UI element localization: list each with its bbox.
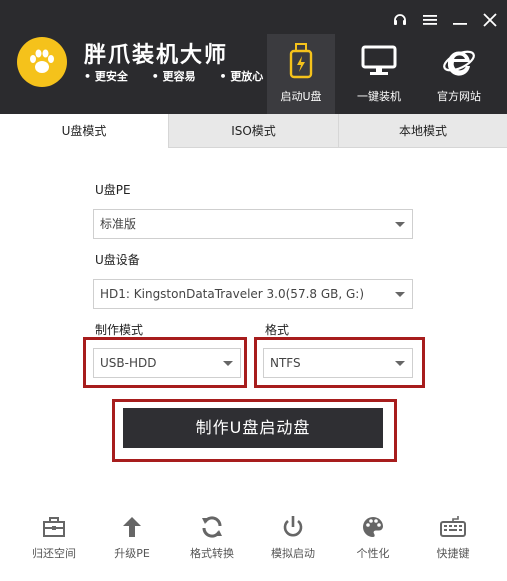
refresh-icon [182,512,242,542]
tool-label: 个性化 [356,547,390,560]
nav-label: 一键装机 [357,90,401,103]
toolbox-icon [24,512,84,542]
pe-select[interactable]: 标准版 [93,209,413,239]
mode-label: 制作模式 [95,323,144,337]
tool-label: 升级PE [114,547,150,560]
power-icon [263,512,323,542]
ie-browser-icon [425,42,493,80]
tool-label: 格式转换 [190,547,234,560]
tab-usb-mode[interactable]: U盘模式 [0,114,168,148]
tool-personalize[interactable]: 个性化 [343,512,403,561]
device-select[interactable]: HD1: KingstonDataTraveler 3.0(57.8 GB, G… [93,279,413,309]
paw-logo-icon [17,37,67,87]
app-title: 胖爪装机大师 [84,43,229,68]
minimize-icon[interactable] [449,10,471,30]
slogan-safe: • 更安全 [84,70,128,83]
app-slogans: • 更安全 • 更容易 • 更放心 [84,68,283,84]
tool-upgrade-pe[interactable]: 升级PE [102,512,162,561]
tool-label: 模拟启动 [271,547,315,560]
palette-icon [343,512,403,542]
tool-simulate-boot[interactable]: 模拟启动 [263,512,323,561]
chevron-down-icon [395,361,405,366]
device-label: U盘设备 [95,253,140,267]
chevron-down-icon [395,292,405,297]
arrow-up-icon [102,512,162,542]
pe-select-value: 标准版 [100,217,137,231]
mode-select[interactable]: USB-HDD [93,348,241,378]
close-icon[interactable] [479,10,501,30]
nav-label: 启动U盘 [280,90,322,103]
chevron-down-icon [395,222,405,227]
nav-label: 官方网站 [437,90,481,103]
tab-iso-mode[interactable]: ISO模式 [168,114,338,148]
mode-tabs: U盘模式 ISO模式 本地模式 [0,114,507,148]
nav-usb-boot[interactable]: 启动U盘 [267,34,335,114]
app-header: 胖爪装机大师 • 更安全 • 更容易 • 更放心 启动U盘 一键装机 官方网站 [0,0,507,114]
mode-select-value: USB-HDD [100,356,157,370]
format-select-value: NTFS [270,356,301,370]
chevron-down-icon [223,361,233,366]
usb-drive-icon [267,42,335,80]
tool-label: 快捷键 [436,547,470,560]
nav-official-site[interactable]: 官方网站 [425,34,493,114]
slogan-assured: • 更放心 [219,70,264,83]
slogan-easy: • 更容易 [151,70,196,83]
format-select[interactable]: NTFS [263,348,413,378]
headset-icon[interactable] [389,10,411,30]
tool-format-convert[interactable]: 格式转换 [182,512,242,561]
tool-reclaim-space[interactable]: 归还空间 [24,512,84,561]
monitor-icon [345,42,413,80]
format-label: 格式 [265,323,290,337]
menu-icon[interactable] [419,10,441,30]
pe-label: U盘PE [95,183,131,197]
keyboard-icon [423,512,483,542]
make-usb-boot-button[interactable]: 制作U盘启动盘 [123,408,383,448]
tool-label: 归还空间 [32,547,76,560]
tab-local-mode[interactable]: 本地模式 [338,114,507,148]
device-select-value: HD1: KingstonDataTraveler 3.0(57.8 GB, G… [100,287,365,301]
nav-one-click-install[interactable]: 一键装机 [345,34,413,114]
tool-shortcut-keys[interactable]: 快捷键 [423,512,483,561]
